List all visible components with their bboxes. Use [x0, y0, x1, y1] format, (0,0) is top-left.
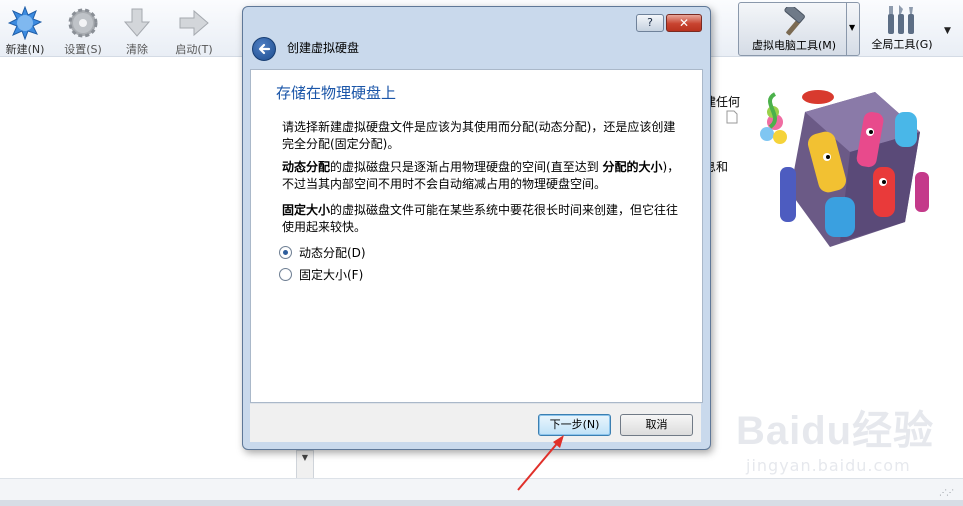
watermark-main: Baidu经验	[736, 409, 935, 453]
machine-tools-button[interactable]: 虚拟电脑工具(M)	[738, 2, 850, 56]
back-button[interactable]	[252, 37, 276, 61]
fixed-description: 固定大小的虚拟磁盘文件可能在某些系统中要花很长时间来创建，但它往往使用起来较快。	[282, 202, 687, 236]
radio-fixed-label[interactable]: 固定大小(F)	[299, 268, 363, 282]
help-icon: ?	[647, 16, 653, 29]
dynamic-term: 动态分配	[282, 160, 331, 174]
cancel-button[interactable]: 取消	[620, 414, 693, 436]
fixed-text: 的虚拟磁盘文件可能在某些系统中要花很长时间来创建，但它往往使用起来较快。	[282, 203, 679, 234]
virtualbox-mascot-image	[760, 90, 929, 247]
help-button[interactable]: ?	[636, 14, 664, 32]
close-button[interactable]: ✕	[666, 14, 702, 32]
radio-dynamic[interactable]: 动态分配(D)	[279, 244, 366, 262]
radio-fixed[interactable]: 固定大小(F)	[279, 266, 363, 284]
down-arrow-icon	[123, 8, 151, 37]
dialog-footer: 下一步(N) 取消	[250, 403, 701, 442]
resize-grip-icon[interactable]: ⋰⋰	[939, 488, 954, 497]
create-virtual-disk-dialog: ? ✕ 创建虚拟硬盘 存储在物理硬盘上 请选择新建虚拟硬盘文件是应该为其使用而分…	[242, 6, 711, 450]
chevron-down-icon: ▼	[849, 23, 856, 32]
radio-dynamic-indicator[interactable]	[279, 246, 292, 259]
start-label: 启动(T)	[175, 43, 213, 56]
machine-tools-label: 虚拟电脑工具(M)	[751, 39, 837, 52]
vm-list-scrollbar[interactable]: ▼	[296, 450, 314, 480]
discard-label: 清除	[126, 43, 148, 56]
close-icon: ✕	[678, 16, 690, 30]
new-button[interactable]: 新建(N)	[0, 4, 50, 56]
gear-icon	[68, 8, 98, 38]
page-title: 存储在物理硬盘上	[276, 84, 397, 102]
settings-button[interactable]: 设置(S)	[58, 4, 108, 56]
right-arrow-icon	[179, 9, 209, 37]
dialog-title: 创建虚拟硬盘	[287, 41, 360, 55]
annotation-arrow-icon	[517, 435, 564, 491]
global-tools-label: 全局工具(G)	[871, 38, 933, 51]
radio-dynamic-label[interactable]: 动态分配(D)	[299, 246, 366, 260]
hammer-icon	[784, 7, 805, 36]
dynamic-text-1: 的虚拟磁盘只是逐渐占用物理硬盘的空间(直至达到	[330, 160, 603, 174]
settings-label: 设置(S)	[64, 43, 102, 56]
status-bar	[0, 500, 963, 506]
new-star-icon	[8, 6, 42, 40]
discard-button[interactable]: 清除	[112, 4, 162, 56]
allocated-size-term: 分配的大小	[602, 160, 663, 174]
back-arrow-icon	[258, 43, 271, 55]
dialog-title-bar[interactable]: ? ✕	[243, 7, 710, 35]
new-label: 新建(N)	[5, 43, 45, 56]
start-button[interactable]: 启动(T)	[166, 4, 222, 56]
global-tools-chevron-icon[interactable]: ▼	[944, 26, 951, 36]
scroll-down-icon[interactable]: ▼	[297, 451, 313, 465]
intro-paragraph: 请选择新建虚拟硬盘文件是应该为其使用而分配(动态分配)，还是应该创建完全分配(固…	[282, 120, 676, 151]
watermark-sub: jingyan.baidu.com	[746, 456, 911, 475]
fixed-term: 固定大小	[282, 203, 331, 217]
machine-tools-dropdown[interactable]: ▼	[846, 2, 860, 56]
baidu-watermark: Baidu经验 jingyan.baidu.com	[736, 398, 936, 488]
radio-fixed-indicator[interactable]	[279, 268, 292, 281]
tools-icon	[888, 5, 914, 34]
dynamic-description: 动态分配的虚拟磁盘只是逐渐占用物理硬盘的空间(直至达到 分配的大小)，不过当其内…	[282, 159, 687, 193]
document-icon	[726, 110, 738, 124]
wizard-page: 存储在物理硬盘上 请选择新建虚拟硬盘文件是应该为其使用而分配(动态分配)，还是应…	[250, 69, 703, 403]
global-tools-button[interactable]: 全局工具(G)	[862, 2, 942, 54]
